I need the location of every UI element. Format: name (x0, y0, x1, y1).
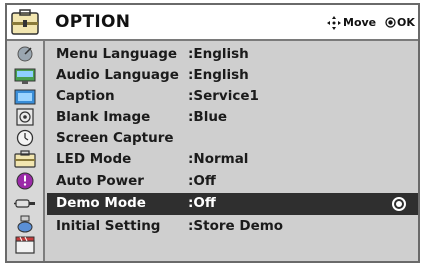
menu-item-value: :English (188, 46, 249, 62)
menu-item-value: :Service1 (188, 88, 259, 104)
selected-radio-icon (392, 197, 406, 211)
option-list: Menu Language :English Audio Language :E… (47, 41, 418, 261)
audio-icon[interactable] (13, 108, 37, 126)
ok-button-icon (385, 17, 396, 28)
page-title: OPTION (55, 12, 131, 32)
monitor-icon[interactable] (13, 67, 37, 85)
dpad-icon (327, 16, 341, 30)
menu-header: OPTION Move OK (7, 5, 418, 41)
menu-item-screen-capture[interactable]: Screen Capture (47, 129, 418, 149)
menu-item-initial-setting[interactable]: Initial Setting :Store Demo (47, 217, 418, 237)
menu-item-label: Auto Power (56, 173, 144, 189)
menu-item-led-mode[interactable]: LED Mode :Normal (47, 150, 418, 170)
ok-hint-label: OK (397, 16, 415, 29)
option-menu-window: OPTION Move OK Menu Language:English Au… (5, 3, 420, 263)
menu-item-value: :English (188, 67, 249, 83)
menu-item-caption[interactable]: Caption :Service1 (47, 87, 418, 107)
menu-item-value: :Off (188, 195, 216, 211)
menu-item-value: :Store Demo (188, 218, 284, 234)
menu-item-auto-power[interactable]: Auto Power :Off (47, 172, 418, 192)
menu-item-value: :Off (188, 173, 216, 189)
move-hint-label: Move (343, 16, 377, 29)
menu-item-label: Blank Image (56, 109, 151, 125)
menu-item-label: LED Mode (56, 151, 132, 167)
menu-item-audio-language[interactable]: Audio Language :English (47, 66, 418, 86)
power-icon[interactable] (13, 172, 37, 190)
menu-item-menu-language[interactable]: Menu Language :English (47, 45, 418, 65)
option-icon[interactable] (13, 150, 37, 168)
menu-item-value: :Blue (188, 109, 228, 125)
picture-icon[interactable] (13, 88, 37, 106)
menu-item-label: Audio Language (56, 67, 179, 83)
menu-item-blank-image[interactable]: Blank Image :Blue (47, 108, 418, 128)
menu-item-label: Demo Mode (56, 195, 146, 211)
menu-item-demo-mode[interactable]: Demo Mode :Off (47, 193, 418, 215)
menu-item-label: Initial Setting (56, 218, 161, 234)
menu-item-label: Caption (56, 88, 115, 104)
menu-item-value: :Normal (188, 151, 249, 167)
category-sidebar (7, 41, 45, 261)
clock-icon[interactable] (13, 129, 37, 147)
menu-item-label: Screen Capture (56, 130, 174, 146)
menu-item-label: Menu Language (56, 46, 178, 62)
film-icon[interactable] (13, 236, 37, 254)
satellite-icon[interactable] (13, 45, 37, 63)
option-toolbox-icon (11, 9, 39, 35)
input-icon[interactable] (13, 194, 37, 212)
usb-icon[interactable] (13, 215, 37, 233)
